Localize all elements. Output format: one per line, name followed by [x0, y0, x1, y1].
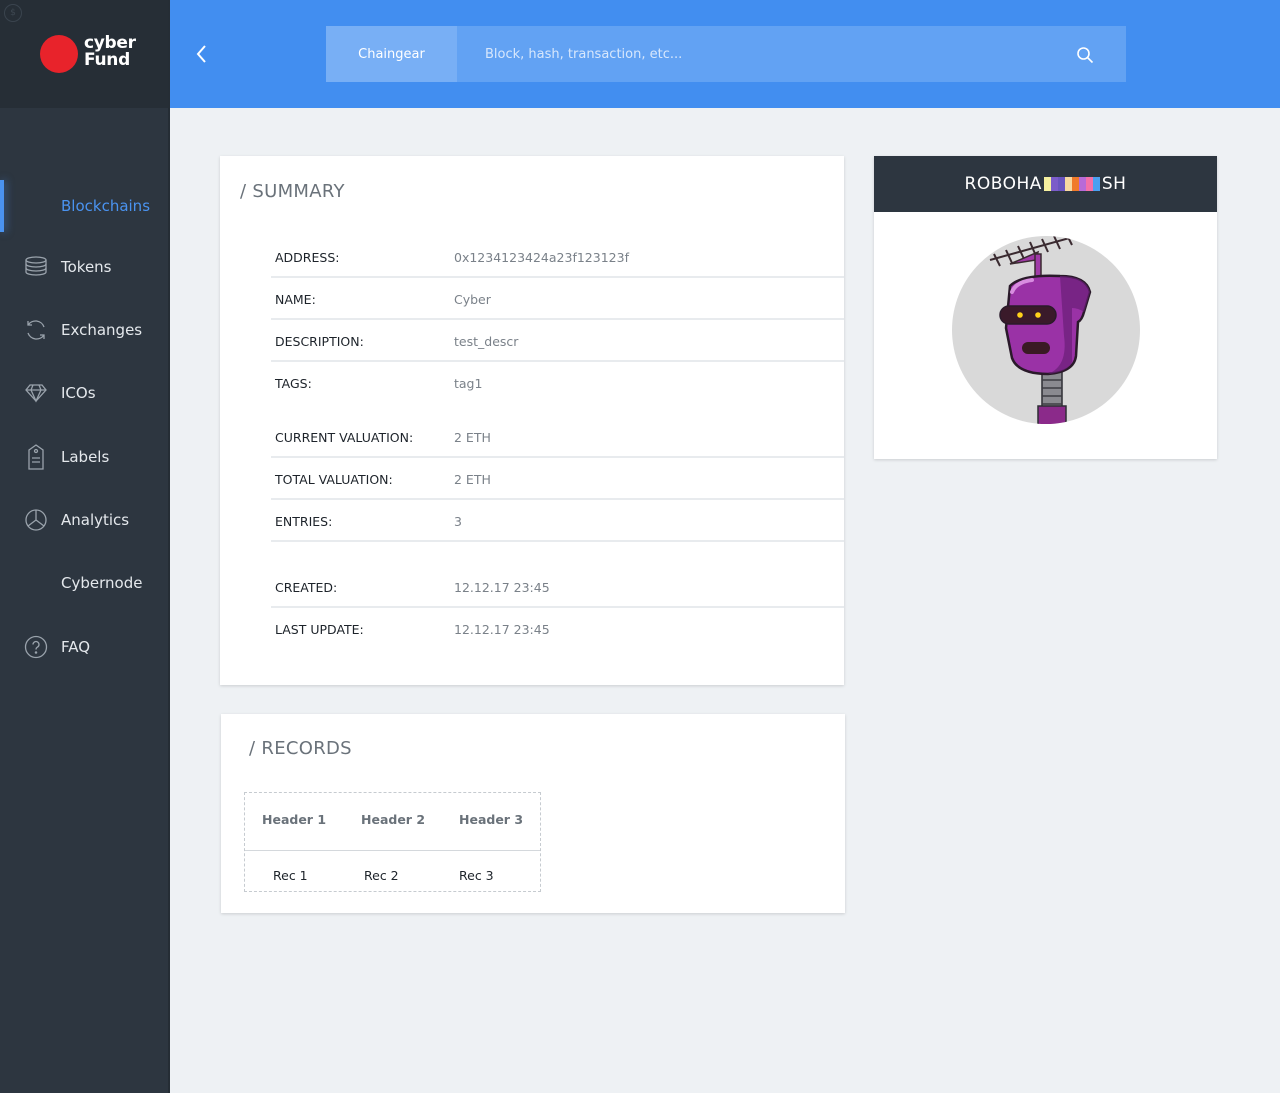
table-cell: Rec 3: [459, 868, 494, 883]
field-label: LAST UPDATE:: [275, 622, 364, 637]
field-label: NAME:: [275, 292, 316, 307]
table-header[interactable]: Header 3: [459, 812, 523, 827]
summary-title: / SUMMARY: [240, 181, 345, 202]
logo-text: cyber Fund: [84, 35, 136, 69]
records-card: / RECORDS Header 1 Header 2 Header 3 Rec…: [221, 714, 845, 913]
summary-card: / SUMMARY ADDRESS: 0x1234123424a23f12312…: [220, 156, 844, 685]
field-value: test_descr: [454, 334, 519, 349]
summary-row-last-update: LAST UPDATE: 12.12.17 23:45: [271, 608, 844, 650]
field-label: TAGS:: [275, 376, 312, 391]
logo-line-2: Fund: [84, 50, 130, 70]
field-label: CREATED:: [275, 580, 338, 595]
field-label: TOTAL VALUATION:: [275, 472, 393, 487]
table-cell: Rec 1: [273, 868, 308, 883]
back-arrow-icon[interactable]: [192, 40, 212, 68]
sidebar: $ cyber Fund Blockchains Tokens Exchange…: [0, 0, 170, 1093]
logo-circle: [40, 35, 78, 73]
robohash-title-end: SH: [1101, 174, 1127, 194]
search-bar: Chaingear: [326, 26, 1126, 82]
field-value: 3: [454, 514, 462, 529]
field-label: ADDRESS:: [275, 250, 340, 265]
sidebar-item-exchanges[interactable]: Exchanges: [0, 304, 168, 356]
coins-stack-icon: [23, 254, 49, 280]
sidebar-item-label: ICOs: [61, 384, 96, 402]
summary-row-created: CREATED: 12.12.17 23:45: [271, 566, 844, 608]
logo-area[interactable]: $ cyber Fund: [0, 0, 170, 108]
summary-row-name: NAME: Cyber: [271, 278, 844, 320]
sidebar-item-label: Labels: [61, 448, 110, 466]
sidebar-item-faq[interactable]: FAQ: [0, 621, 168, 673]
sidebar-item-label: Analytics: [61, 511, 130, 529]
field-label: DESCRIPTION:: [275, 334, 364, 349]
sidebar-item-tokens[interactable]: Tokens: [0, 241, 168, 293]
sidebar-item-labels[interactable]: Labels: [0, 431, 168, 483]
summary-row-description: DESCRIPTION: test_descr: [271, 320, 844, 362]
sidebar-item-label: Blockchains: [61, 197, 151, 215]
sidebar-item-cybernode[interactable]: Cybernode: [0, 557, 168, 609]
robohash-title-start: ROBOHA: [964, 174, 1042, 194]
field-label: CURRENT VALUATION:: [275, 430, 414, 445]
field-label: ENTRIES:: [275, 514, 333, 529]
summary-row-entries: ENTRIES: 3: [271, 500, 844, 542]
sidebar-item-label: Cybernode: [61, 574, 143, 592]
sidebar-item-icos[interactable]: ICOs: [0, 367, 168, 419]
question-icon: [23, 634, 49, 660]
summary-row-current-valuation: CURRENT VALUATION: 2 ETH: [271, 416, 844, 458]
search-scope-tab[interactable]: Chaingear: [326, 26, 457, 82]
settings-icon[interactable]: $: [4, 4, 22, 22]
table-cell: Rec 2: [364, 868, 399, 883]
summary-row-address: ADDRESS: 0x1234123424a23f123123f: [271, 236, 844, 278]
tag-icon: [23, 444, 49, 470]
robohash-title: ROBOHA SH: [874, 156, 1217, 212]
sidebar-item-blockchains[interactable]: Blockchains: [0, 180, 168, 232]
sidebar-item-analytics[interactable]: Analytics: [0, 494, 168, 546]
sidebar-item-label: Exchanges: [61, 321, 143, 339]
table-header[interactable]: Header 1: [262, 812, 326, 827]
sidebar-item-label: Tokens: [61, 258, 112, 276]
robohash-card: ROBOHA SH: [874, 156, 1217, 459]
table-header[interactable]: Header 2: [361, 812, 425, 827]
refresh-icon: [23, 317, 49, 343]
field-value: 0x1234123424a23f123123f: [454, 250, 629, 265]
pie-chart-icon: [23, 507, 49, 533]
color-bars: [1043, 177, 1100, 191]
top-bar: Chaingear: [170, 0, 1280, 108]
diamond-icon: [23, 380, 49, 406]
search-icon[interactable]: [1076, 46, 1094, 64]
sidebar-item-label: FAQ: [61, 638, 91, 656]
header-divider: [245, 850, 540, 851]
records-table: Header 1 Header 2 Header 3 Rec 1 Rec 2 R…: [244, 792, 541, 892]
field-value: 2 ETH: [454, 430, 491, 445]
summary-row-total-valuation: TOTAL VALUATION: 2 ETH: [271, 458, 844, 500]
field-value: 12.12.17 23:45: [454, 580, 550, 595]
field-value: Cyber: [454, 292, 491, 307]
field-value: 12.12.17 23:45: [454, 622, 550, 637]
field-value: tag1: [454, 376, 483, 391]
summary-row-tags: TAGS: tag1: [271, 362, 844, 404]
robot-avatar: [952, 236, 1140, 424]
search-input[interactable]: [485, 26, 1065, 82]
field-value: 2 ETH: [454, 472, 491, 487]
records-title: / RECORDS: [249, 738, 352, 759]
